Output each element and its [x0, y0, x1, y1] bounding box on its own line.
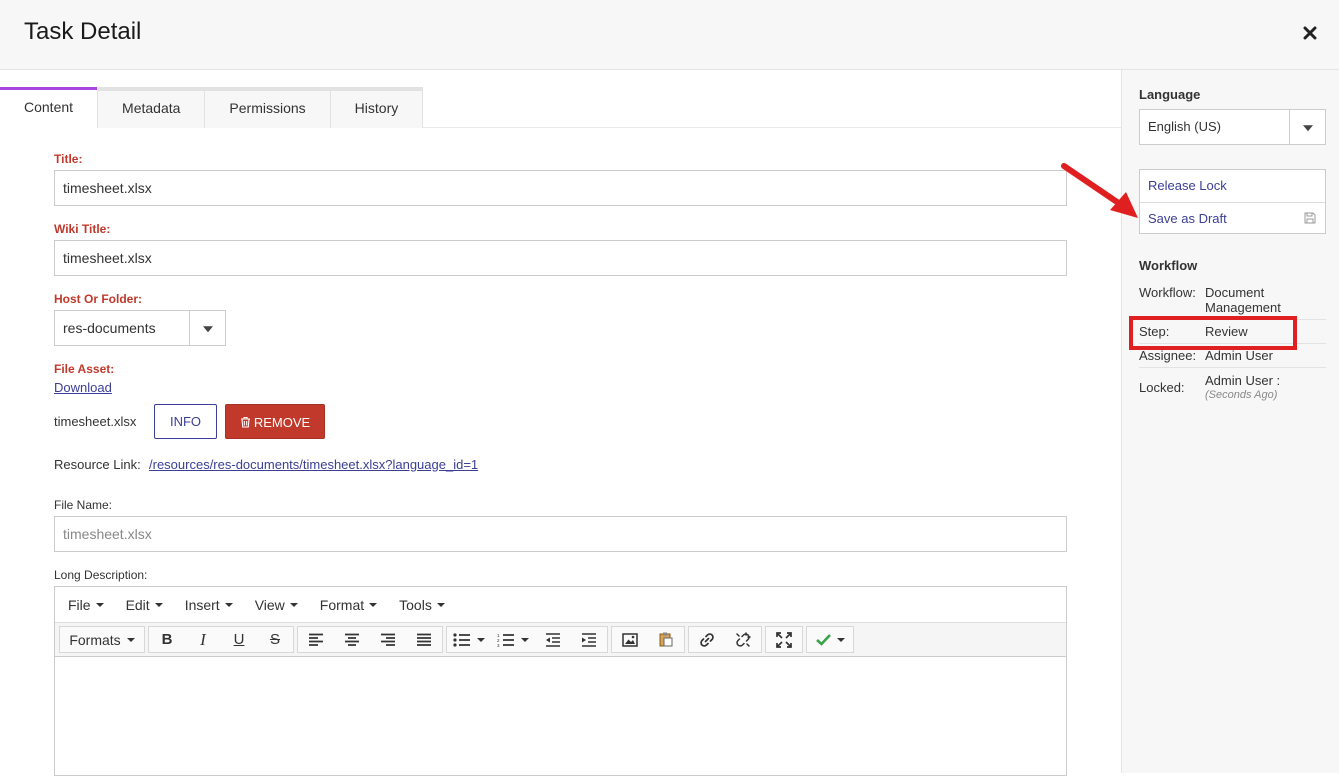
- tab-history[interactable]: History: [329, 87, 424, 128]
- align-center-icon[interactable]: [334, 627, 370, 652]
- editor-body[interactable]: [55, 657, 1066, 775]
- host-folder-select[interactable]: res-documents: [54, 310, 226, 346]
- tab-content[interactable]: Content: [0, 87, 99, 128]
- tab-metadata[interactable]: Metadata: [97, 87, 206, 128]
- chevron-down-icon[interactable]: [189, 311, 225, 345]
- locked-by: Admin User :: [1205, 373, 1281, 388]
- remove-button[interactable]: REMOVE: [225, 404, 325, 439]
- underline-icon[interactable]: U: [221, 627, 257, 652]
- download-link[interactable]: Download: [54, 380, 112, 395]
- content-panel: Content Metadata Permissions History Tit…: [0, 70, 1121, 776]
- file-asset-name: timesheet.xlsx: [54, 414, 137, 429]
- resource-link[interactable]: /resources/res-documents/timesheet.xlsx?…: [149, 457, 478, 472]
- menu-insert[interactable]: Insert: [174, 597, 244, 613]
- workflow-row: Workflow: Document Management: [1139, 285, 1281, 315]
- menu-view[interactable]: View: [244, 597, 309, 613]
- numbered-list-icon[interactable]: 123: [491, 627, 535, 652]
- locked-time: (Seconds Ago): [1205, 389, 1278, 401]
- link-icon[interactable]: [689, 627, 725, 652]
- sidebar: Language English (US) Release Lock Save …: [1121, 70, 1339, 773]
- save-draft-button[interactable]: Save as Draft: [1140, 202, 1325, 234]
- fullscreen-icon[interactable]: [766, 627, 802, 652]
- image-icon[interactable]: [612, 627, 648, 652]
- chevron-down-icon[interactable]: [1289, 110, 1325, 144]
- close-icon[interactable]: [1303, 26, 1321, 44]
- menu-tools[interactable]: Tools: [388, 597, 456, 613]
- assignee-row: Assignee: Admin User: [1139, 348, 1273, 363]
- action-list: Release Lock Save as Draft: [1139, 169, 1326, 234]
- file-asset-label: File Asset:: [54, 362, 115, 376]
- annotation-highlight-box: [1129, 316, 1297, 350]
- unlink-icon[interactable]: [725, 627, 761, 652]
- release-lock-button[interactable]: Release Lock: [1140, 170, 1325, 202]
- language-heading: Language: [1139, 87, 1201, 102]
- indent-icon[interactable]: [571, 627, 607, 652]
- align-justify-icon[interactable]: [406, 627, 442, 652]
- italic-icon[interactable]: I: [185, 627, 221, 652]
- host-folder-label: Host Or Folder:: [54, 292, 143, 306]
- menu-format[interactable]: Format: [309, 597, 388, 613]
- editor-menubar: File Edit Insert View Format Tools: [55, 587, 1066, 623]
- svg-text:3: 3: [497, 643, 500, 647]
- info-button[interactable]: INFO: [154, 404, 217, 439]
- tab-bar: Content Metadata Permissions History: [0, 87, 424, 128]
- paste-icon[interactable]: [648, 627, 684, 652]
- modal-header: Task Detail: [0, 0, 1339, 70]
- wiki-title-input[interactable]: timesheet.xlsx: [54, 240, 1067, 276]
- align-right-icon[interactable]: [370, 627, 406, 652]
- long-description-label: Long Description:: [54, 568, 148, 582]
- wiki-title-label: Wiki Title:: [54, 222, 111, 236]
- file-name-input[interactable]: timesheet.xlsx: [54, 516, 1067, 552]
- file-name-label: File Name:: [54, 498, 113, 512]
- rich-text-editor: File Edit Insert View Format Tools Forma…: [54, 586, 1067, 776]
- trash-icon: [240, 416, 250, 428]
- outdent-icon[interactable]: [535, 627, 571, 652]
- annotation-arrow-icon: [1061, 163, 1138, 218]
- language-value: English (US): [1148, 119, 1221, 134]
- strikethrough-icon[interactable]: S: [257, 627, 293, 652]
- align-left-icon[interactable]: [298, 627, 334, 652]
- locked-row: Locked: Admin User : (Seconds Ago): [1139, 373, 1326, 403]
- host-folder-value: res-documents: [63, 320, 156, 336]
- formats-dropdown[interactable]: Formats: [60, 627, 144, 652]
- spellcheck-icon[interactable]: [807, 627, 853, 652]
- title-label: Title:: [54, 152, 83, 166]
- language-select[interactable]: English (US): [1139, 109, 1326, 145]
- menu-file[interactable]: File: [57, 597, 115, 613]
- bullet-list-icon[interactable]: [447, 627, 491, 652]
- bold-icon[interactable]: B: [149, 627, 185, 652]
- workflow-heading: Workflow: [1139, 258, 1198, 273]
- save-icon: [1304, 212, 1316, 224]
- tab-permissions[interactable]: Permissions: [204, 87, 331, 128]
- resource-link-label: Resource Link:: [54, 457, 141, 472]
- menu-edit[interactable]: Edit: [115, 597, 174, 613]
- editor-toolbar: Formats B I U S 123: [55, 623, 1066, 657]
- title-input[interactable]: timesheet.xlsx: [54, 170, 1067, 206]
- page-title: Task Detail: [24, 18, 142, 45]
